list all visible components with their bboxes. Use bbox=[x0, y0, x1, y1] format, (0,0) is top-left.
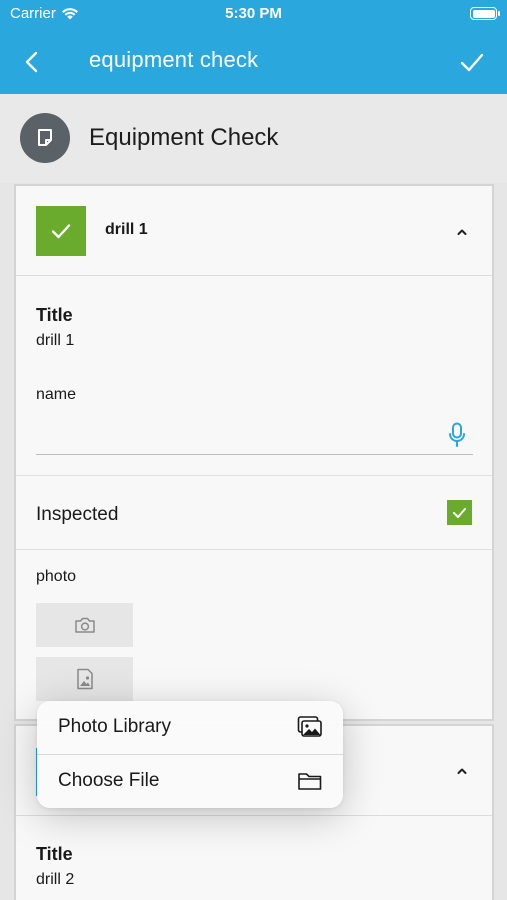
camera-icon bbox=[74, 617, 95, 633]
battery-icon bbox=[470, 7, 500, 20]
title-label: Title bbox=[36, 305, 73, 325]
item-card-header[interactable]: drill 1 bbox=[16, 186, 492, 276]
name-input-underline bbox=[36, 454, 473, 455]
photo-label: photo bbox=[36, 568, 77, 585]
form-header: Equipment Check bbox=[0, 94, 507, 183]
item-card: drill 1 Title drill 1 name Inspected pho… bbox=[14, 184, 494, 721]
image-file-icon bbox=[76, 668, 93, 690]
nav-title: equipment check bbox=[89, 47, 259, 72]
title-label: Title bbox=[36, 844, 73, 864]
checkmark-icon bbox=[460, 53, 484, 72]
divider bbox=[16, 549, 492, 550]
menu-item-choose-file[interactable]: Choose File bbox=[37, 755, 343, 808]
back-button[interactable] bbox=[14, 45, 48, 79]
menu-item-label: Choose File bbox=[58, 770, 160, 791]
divider bbox=[16, 475, 492, 476]
folder-icon bbox=[298, 773, 322, 790]
checkmark-icon bbox=[51, 224, 71, 239]
item-label: drill 1 bbox=[105, 221, 148, 238]
title-value: drill 1 bbox=[36, 332, 75, 349]
form-title: Equipment Check bbox=[89, 124, 279, 151]
name-input[interactable] bbox=[36, 416, 441, 452]
menu-item-photo-library[interactable]: Photo Library bbox=[37, 701, 343, 754]
chevron-left-icon bbox=[25, 51, 38, 73]
chevron-up-icon[interactable] bbox=[454, 763, 470, 779]
microphone-icon[interactable] bbox=[448, 422, 466, 448]
title-value: drill 2 bbox=[36, 871, 75, 888]
name-label: name bbox=[36, 386, 77, 403]
inspected-checkbox[interactable] bbox=[447, 500, 472, 525]
take-photo-button[interactable] bbox=[36, 603, 133, 647]
status-bar: Carrier 5:30 PM bbox=[0, 0, 507, 28]
document-icon bbox=[38, 129, 52, 146]
clock: 5:30 PM bbox=[225, 5, 282, 22]
item-complete-checkbox[interactable] bbox=[36, 206, 86, 256]
attachment-menu: Photo Library Choose File bbox=[37, 701, 343, 808]
photo-library-icon bbox=[297, 716, 322, 737]
checkmark-icon bbox=[453, 508, 466, 518]
chevron-up-icon[interactable] bbox=[454, 224, 470, 240]
menu-item-label: Photo Library bbox=[58, 716, 172, 737]
inspected-label: Inspected bbox=[36, 504, 119, 525]
form-avatar bbox=[20, 113, 70, 163]
done-button[interactable] bbox=[455, 45, 489, 79]
attach-image-button[interactable] bbox=[36, 657, 133, 701]
navigation-bar: equipment check bbox=[0, 28, 507, 94]
